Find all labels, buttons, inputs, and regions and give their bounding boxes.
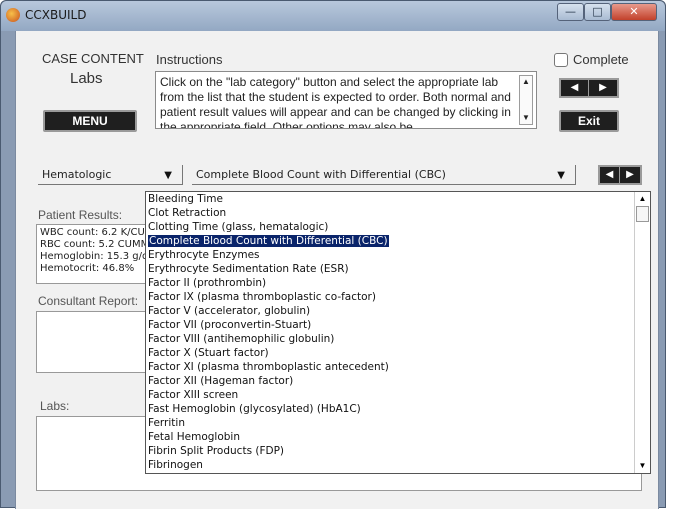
close-button[interactable]: ✕ (611, 3, 657, 21)
labs-label: Labs: (40, 399, 70, 413)
dropdown-option[interactable]: Factor VIII (antihemophilic globulin) (148, 332, 650, 346)
minimize-button[interactable]: — (557, 3, 584, 21)
scroll-up-icon[interactable]: ▲ (635, 192, 650, 206)
dropdown-option[interactable]: Factor II (prothrombin) (148, 276, 650, 290)
dropdown-option[interactable]: Erythrocyte Sedimentation Rate (ESR) (148, 262, 650, 276)
instructions-text: Click on the "lab category" button and s… (160, 75, 511, 129)
window-title: CCXBUILD (25, 8, 87, 22)
dropdown-scrollbar[interactable]: ▲ ▼ (634, 192, 650, 473)
dropdown-option[interactable]: Factor IX (plasma thromboplastic co-fact… (148, 290, 650, 304)
dropdown-option[interactable]: Fibrin Split Products (FDP) (148, 444, 650, 458)
dropdown-option[interactable]: Factor XI (plasma thromboplastic anteced… (148, 360, 650, 374)
dropdown-option[interactable]: Clot Retraction (148, 206, 650, 220)
case-content-heading: CASE CONTENT (42, 51, 144, 66)
scroll-thumb[interactable] (636, 206, 649, 222)
lab-test-combo[interactable]: Complete Blood Count with Differential (… (192, 165, 576, 185)
dropdown-option[interactable]: Clotting Time (glass, hematalogic) (148, 220, 650, 234)
scroll-down-icon[interactable]: ▼ (635, 459, 650, 473)
dropdown-option[interactable]: Fibrinogen (148, 458, 650, 472)
app-window: CCXBUILD — □ ✕ CASE CONTENT Labs MENU In… (0, 0, 666, 509)
chevron-down-icon[interactable]: ▼ (164, 170, 172, 181)
complete-checkbox[interactable] (554, 53, 568, 67)
dropdown-option[interactable]: Ferritin (148, 416, 650, 430)
dropdown-option[interactable]: Bleeding Time (148, 192, 650, 206)
result-line: Hemotocrit: 46.8% (40, 263, 135, 274)
menu-button[interactable]: MENU (43, 110, 137, 132)
dropdown-option[interactable]: Fast Hemoglobin (glycosylated) (HbA1C) (148, 402, 650, 416)
lab-category-combo[interactable]: Hematologic ▼ (38, 165, 183, 185)
scroll-up-icon[interactable]: ▲ (520, 76, 532, 88)
lab-test-value: Complete Blood Count with Differential (… (196, 168, 446, 181)
dropdown-option[interactable]: Factor XII (Hageman factor) (148, 374, 650, 388)
chevron-down-icon[interactable]: ▼ (557, 170, 565, 181)
exit-button[interactable]: Exit (559, 110, 619, 132)
nav-buttons-lab: ◀ ▶ (598, 165, 642, 185)
instructions-label: Instructions (156, 52, 223, 67)
next-button[interactable]: ▶ (589, 80, 617, 96)
prev-lab-button[interactable]: ◀ (600, 167, 620, 183)
app-logo-icon (6, 8, 20, 22)
client-area: CASE CONTENT Labs MENU Instructions Clic… (15, 31, 659, 509)
patient-results-panel[interactable]: WBC count: 6.2 K/CU RBC count: 5.2 CUMM … (36, 224, 146, 284)
lab-category-value: Hematologic (42, 168, 112, 181)
result-line: WBC count: 6.2 K/CU (40, 227, 145, 238)
dropdown-option[interactable]: Factor XIII screen (148, 388, 650, 402)
maximize-button[interactable]: □ (584, 3, 611, 21)
scroll-down-icon[interactable]: ▼ (520, 112, 532, 124)
nav-buttons-top: ◀ ▶ (559, 78, 619, 98)
instructions-scrollbar[interactable]: ▲ ▼ (519, 75, 533, 125)
dropdown-option[interactable]: Fetal Hemoglobin (148, 430, 650, 444)
dropdown-option[interactable]: Factor V (accelerator, globulin) (148, 304, 650, 318)
complete-label: Complete (573, 52, 629, 67)
next-lab-button[interactable]: ▶ (620, 167, 640, 183)
dropdown-option[interactable]: Erythrocyte Enzymes (148, 248, 650, 262)
dropdown-option[interactable]: Factor VII (proconvertin-Stuart) (148, 318, 650, 332)
prev-button[interactable]: ◀ (561, 80, 589, 96)
instructions-text-area[interactable]: Click on the "lab category" button and s… (155, 71, 537, 129)
result-line: Hemoglobin: 15.3 g/dl (40, 251, 146, 262)
section-name: Labs (70, 70, 103, 87)
dropdown-option[interactable]: Factor X (Stuart factor) (148, 346, 650, 360)
title-bar[interactable]: CCXBUILD — □ ✕ (1, 1, 665, 31)
consultant-report-label: Consultant Report: (38, 294, 139, 308)
result-line: RBC count: 5.2 CUMM (40, 239, 146, 250)
lab-test-dropdown-list[interactable]: Bleeding Time Clot Retraction Clotting Tim… (145, 191, 651, 474)
dropdown-option[interactable]: Complete Blood Count with Differential (… (148, 234, 650, 248)
consultant-report-panel[interactable] (36, 311, 146, 373)
dropdown-options: Bleeding Time Clot Retraction Clotting Tim… (146, 192, 650, 472)
patient-results-label: Patient Results: (38, 208, 123, 222)
